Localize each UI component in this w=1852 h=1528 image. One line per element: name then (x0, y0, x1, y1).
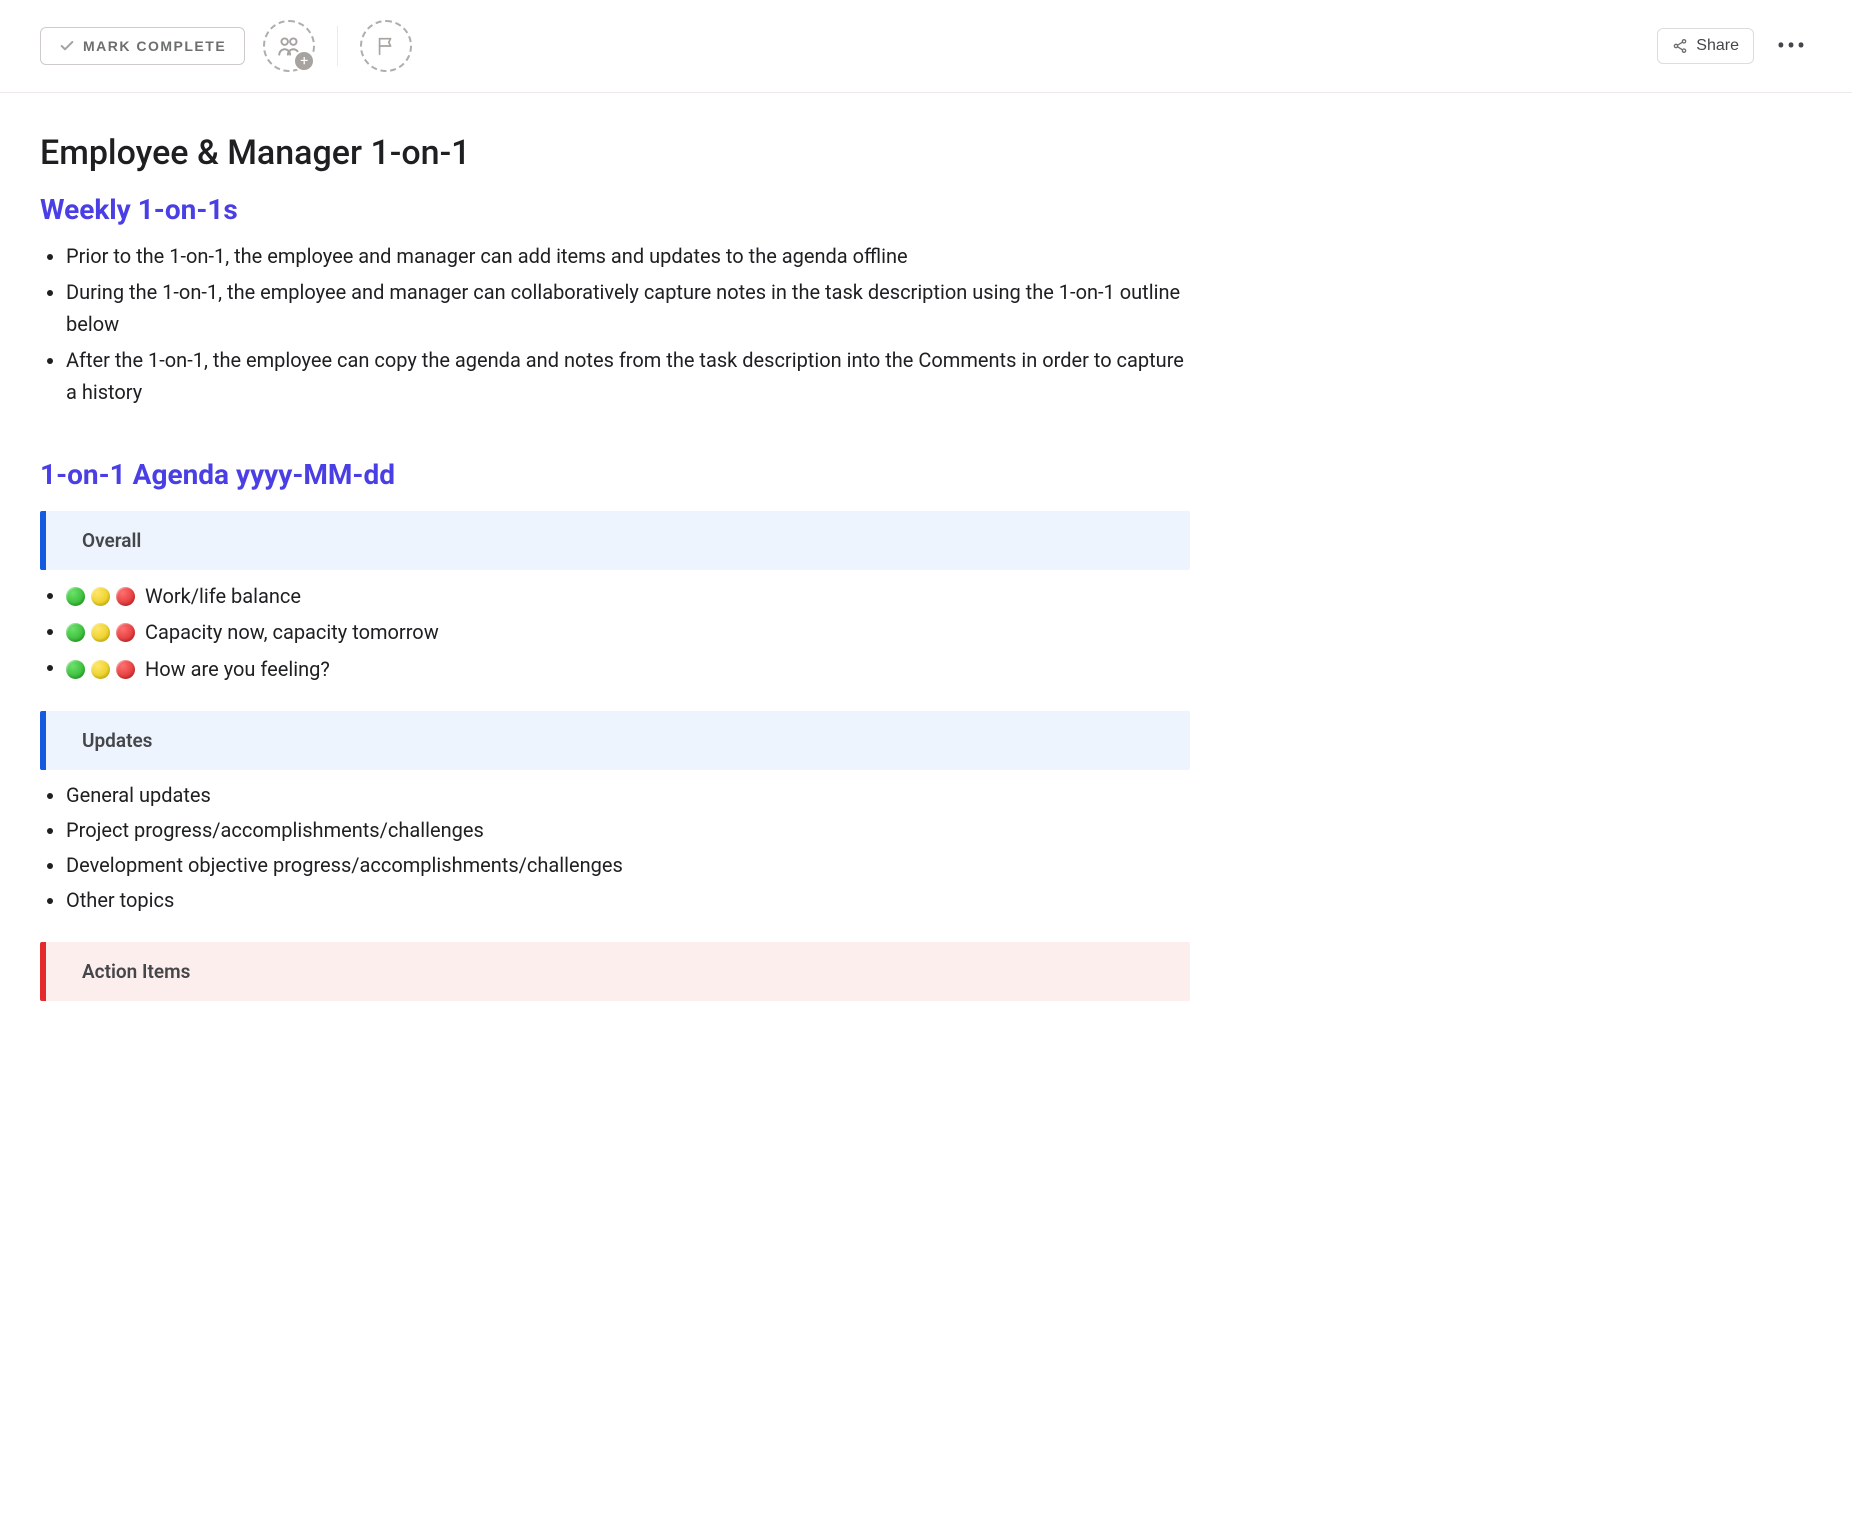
document-content: Employee & Manager 1-on-1 Weekly 1-on-1s… (0, 93, 1230, 1069)
assignees-button[interactable]: + (263, 20, 315, 72)
mark-complete-label: Mark Complete (83, 38, 226, 54)
item-text: Capacity now, capacity tomorrow (145, 615, 439, 650)
list-item: During the 1-on-1, the employee and mana… (66, 276, 1190, 340)
list-item: How are you feeling? (66, 650, 1190, 686)
status-dot-green (66, 587, 85, 606)
share-label: Share (1696, 37, 1739, 55)
status-dot-red (116, 623, 135, 642)
more-icon: ••• (1777, 32, 1807, 60)
flag-icon (375, 35, 397, 57)
list-item: Prior to the 1-on-1, the employee and ma… (66, 240, 1190, 272)
toolbar: Mark Complete + Share ••• (0, 0, 1852, 93)
status-dot-green (66, 660, 85, 679)
status-dot-green (66, 623, 85, 642)
status-dot-yellow (91, 587, 110, 606)
overall-items: Work/life balance Capacity now, capacity… (40, 578, 1190, 687)
toolbar-separator (337, 26, 338, 66)
list-item: After the 1-on-1, the employee can copy … (66, 344, 1190, 408)
status-dot-yellow (91, 623, 110, 642)
weekly-heading[interactable]: Weekly 1-on-1s (40, 193, 1190, 226)
more-menu-button[interactable]: ••• (1772, 26, 1812, 66)
share-icon (1672, 38, 1688, 54)
list-item: Work/life balance (66, 578, 1190, 614)
section-header-action-items: Action Items (40, 942, 1190, 1001)
weekly-bullets: Prior to the 1-on-1, the employee and ma… (40, 240, 1190, 408)
section-header-overall: Overall (40, 511, 1190, 570)
list-item: General updates (66, 778, 1190, 813)
updates-items: General updates Project progress/accompl… (40, 778, 1190, 918)
page-title: Employee & Manager 1-on-1 (40, 133, 1190, 173)
item-text: Work/life balance (145, 579, 301, 614)
section-header-updates: Updates (40, 711, 1190, 770)
add-badge-icon: + (293, 50, 315, 72)
agenda-heading[interactable]: 1-on-1 Agenda yyyy-MM-dd (40, 458, 1190, 491)
status-dot-yellow (91, 660, 110, 679)
share-button[interactable]: Share (1657, 28, 1754, 64)
list-item: Development objective progress/accomplis… (66, 848, 1190, 883)
status-dot-red (116, 660, 135, 679)
list-item: Other topics (66, 883, 1190, 918)
priority-flag-button[interactable] (360, 20, 412, 72)
item-text: How are you feeling? (145, 652, 330, 687)
list-item: Project progress/accomplishments/challen… (66, 813, 1190, 848)
status-dot-red (116, 587, 135, 606)
list-item: Capacity now, capacity tomorrow (66, 614, 1190, 650)
mark-complete-button[interactable]: Mark Complete (40, 27, 245, 65)
check-icon (59, 38, 75, 54)
